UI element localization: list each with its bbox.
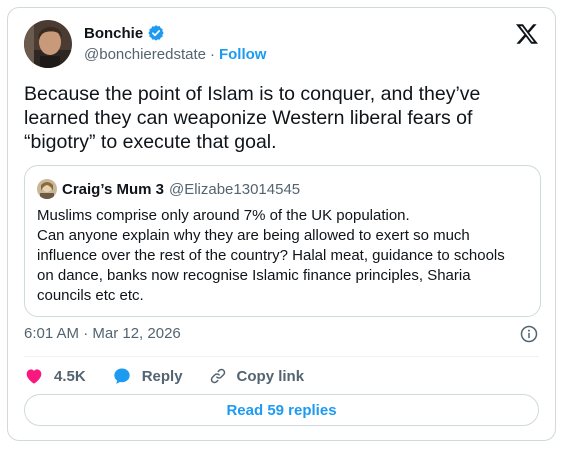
- author-handle[interactable]: @bonchieredstate: [84, 46, 206, 63]
- divider: [24, 356, 539, 357]
- read-replies-button[interactable]: Read 59 replies: [24, 394, 539, 426]
- quoted-author-handle[interactable]: @Elizabe13014545: [169, 181, 300, 198]
- link-icon: [210, 368, 225, 384]
- follow-button[interactable]: Follow: [219, 46, 267, 63]
- x-logo-icon[interactable]: [515, 22, 539, 46]
- handle-separator: ·: [209, 46, 215, 63]
- quote-line: Can anyone explain why they are being al…: [37, 227, 470, 244]
- tweet-line: learned they can weaponize Western liber…: [24, 107, 473, 129]
- tweet-timestamp[interactable]: 6:01 AM · Mar 12, 2026: [24, 325, 181, 342]
- quote-line: councils etc etc.: [37, 287, 144, 304]
- copy-link-button[interactable]: Copy link: [209, 367, 305, 385]
- reply-bubble-icon: [114, 368, 130, 384]
- quoted-tweet[interactable]: Craig’s Mum 3 @Elizabe13014545 Muslims c…: [24, 165, 541, 317]
- author-avatar[interactable]: [24, 20, 72, 68]
- quoted-tweet-text: Muslims comprise only around 7% of the U…: [37, 206, 532, 306]
- quote-line: Muslims comprise only around 7% of the U…: [37, 207, 410, 224]
- heart-icon: [26, 369, 42, 384]
- quoted-author-name[interactable]: Craig’s Mum 3: [62, 181, 164, 198]
- verified-badge-icon: [147, 24, 165, 42]
- copy-link-label: Copy link: [236, 367, 305, 385]
- quoted-author-avatar[interactable]: [37, 179, 57, 199]
- reply-button[interactable]: Reply: [112, 366, 183, 386]
- tweet-line: Because the point of Islam is to conquer…: [24, 83, 481, 105]
- tweet-line: “bigotry” to execute that goal.: [24, 131, 277, 153]
- reply-label: Reply: [141, 367, 183, 385]
- like-button[interactable]: 4.5K: [24, 366, 86, 386]
- author-name[interactable]: Bonchie: [84, 25, 143, 42]
- tweet-card: Bonchie @bonchieredstate · Follow Becaus…: [7, 7, 556, 441]
- like-count: 4.5K: [54, 367, 86, 385]
- tweet-text: Because the point of Islam is to conquer…: [24, 82, 544, 154]
- quote-line: influence over the rest of the country? …: [37, 247, 505, 264]
- quote-line: on dance, banks now recognise Islamic fi…: [37, 267, 471, 284]
- read-replies-label: Read 59 replies: [226, 401, 337, 419]
- info-icon[interactable]: [520, 325, 538, 343]
